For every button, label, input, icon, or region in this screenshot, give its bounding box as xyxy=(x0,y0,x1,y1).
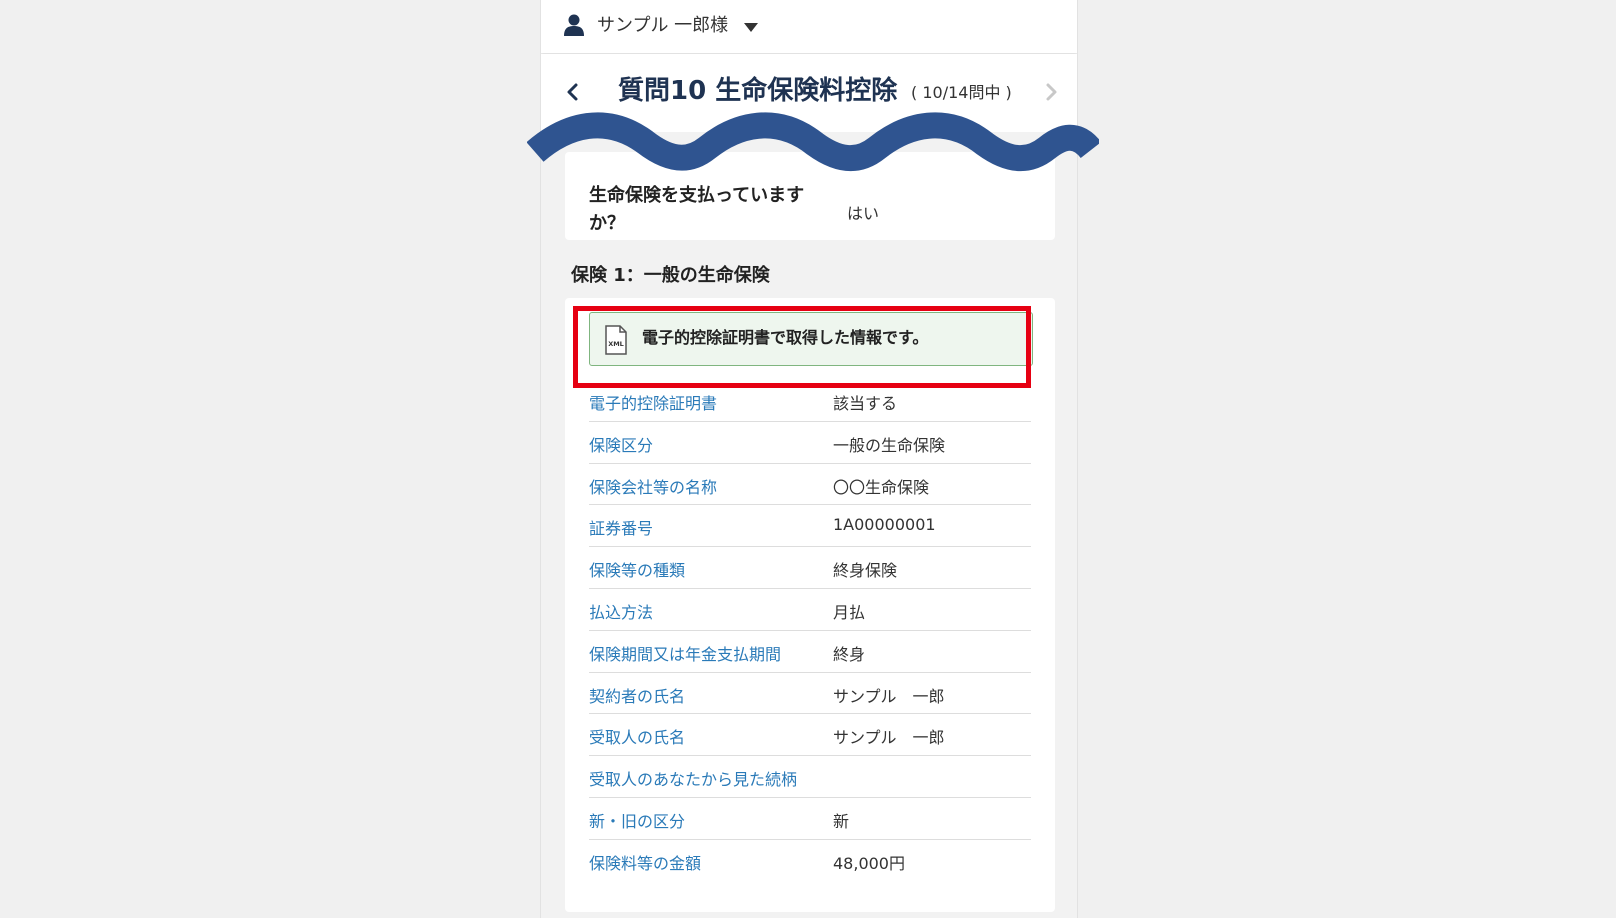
highlight-frame xyxy=(573,306,1031,388)
detail-row: 払込方法 月払 xyxy=(589,589,1031,631)
caret-down-icon[interactable] xyxy=(744,23,758,32)
detail-row: 保険料等の金額 48,000円 xyxy=(589,840,1031,882)
detail-row-label[interactable]: 新・旧の区分 xyxy=(589,808,685,832)
detail-row-value: 一般の生命保険 xyxy=(833,435,946,455)
detail-row: 証券番号 1A00000001 xyxy=(589,505,1031,548)
detail-row: 保険区分 一般の生命保険 xyxy=(589,422,1031,464)
user-name[interactable]: サンプル 一郎様 xyxy=(597,14,728,38)
detail-row-label[interactable]: 保険料等の金額 xyxy=(589,850,701,874)
detail-row: 受取人の氏名 サンプル 一郎 xyxy=(589,714,1031,757)
detail-row-value: 48,000円 xyxy=(833,853,905,873)
question-answer: はい xyxy=(847,204,880,223)
detail-row: 契約者の氏名 サンプル 一郎 xyxy=(589,673,1031,715)
detail-row: 電子的控除証明書 該当する xyxy=(589,380,1031,422)
title-bar: 質問10 生命保険料控除 ( 10/14問中 ) xyxy=(541,54,1077,132)
detail-row-value: 〇〇生命保険 xyxy=(833,477,930,497)
detail-row-label[interactable]: 受取人のあなたから見た続柄 xyxy=(589,766,797,790)
detail-row-value: サンプル 一郎 xyxy=(833,686,945,706)
detail-row-label[interactable]: 電子的控除証明書 xyxy=(589,390,717,414)
detail-row-label[interactable]: 払込方法 xyxy=(589,599,653,623)
detail-row-value: 該当する xyxy=(833,394,898,413)
detail-row: 受取人のあなたから見た続柄 xyxy=(589,756,1031,798)
person-icon xyxy=(564,14,584,36)
detail-row-value: 月払 xyxy=(833,602,866,622)
page-title: 質問10 生命保険料控除 xyxy=(618,76,898,106)
detail-row-label[interactable]: 証券番号 xyxy=(589,515,653,539)
phone-screen: サンプル 一郎様 質問10 生命保険料控除 ( 10/14問中 ) 生命保険を支… xyxy=(540,0,1078,918)
chevron-right-icon[interactable] xyxy=(1037,78,1065,106)
detail-row-value: 終身 xyxy=(833,644,866,664)
insurance-detail-card: XML 電子的控除証明書で取得した情報です。 電子的控除証明書 該当する 保険区分一… xyxy=(565,298,1055,912)
detail-rows: 電子的控除証明書 該当する保険区分 一般の生命保険保険会社等の名称 〇〇生命保険証券番… xyxy=(589,380,1031,882)
chevron-left-icon[interactable] xyxy=(559,78,587,106)
question-card: 生命保険を支払っていますか？ はい xyxy=(565,152,1055,240)
detail-row-label[interactable]: 保険等の種類 xyxy=(589,557,685,581)
question-text: 生命保険を支払っていますか？ xyxy=(589,185,805,234)
section-title: 保険 1：一般の生命保険 xyxy=(571,265,770,286)
detail-row-value: 新 xyxy=(833,811,850,831)
detail-row-value: 終身保険 xyxy=(833,561,898,581)
detail-row-label[interactable]: 保険区分 xyxy=(589,432,653,456)
detail-row-label[interactable]: 保険期間又は年金支払期間 xyxy=(589,641,781,665)
user-header: サンプル 一郎様 xyxy=(541,0,1077,53)
detail-row: 保険会社等の名称 〇〇生命保険 xyxy=(589,464,1031,506)
detail-row: 新・旧の区分 新 xyxy=(589,798,1031,840)
detail-row-label[interactable]: 保険会社等の名称 xyxy=(589,474,717,498)
detail-row-value: 1A00000001 xyxy=(833,515,936,535)
detail-row: 保険等の種類 終身保険 xyxy=(589,547,1031,589)
detail-row-label[interactable]: 受取人の氏名 xyxy=(589,724,685,748)
detail-row: 保険期間又は年金支払期間 終身 xyxy=(589,631,1031,673)
question-progress: ( 10/14問中 ) xyxy=(911,83,1012,102)
detail-row-label[interactable]: 契約者の氏名 xyxy=(589,683,685,707)
detail-row-value: サンプル 一郎 xyxy=(833,728,945,748)
